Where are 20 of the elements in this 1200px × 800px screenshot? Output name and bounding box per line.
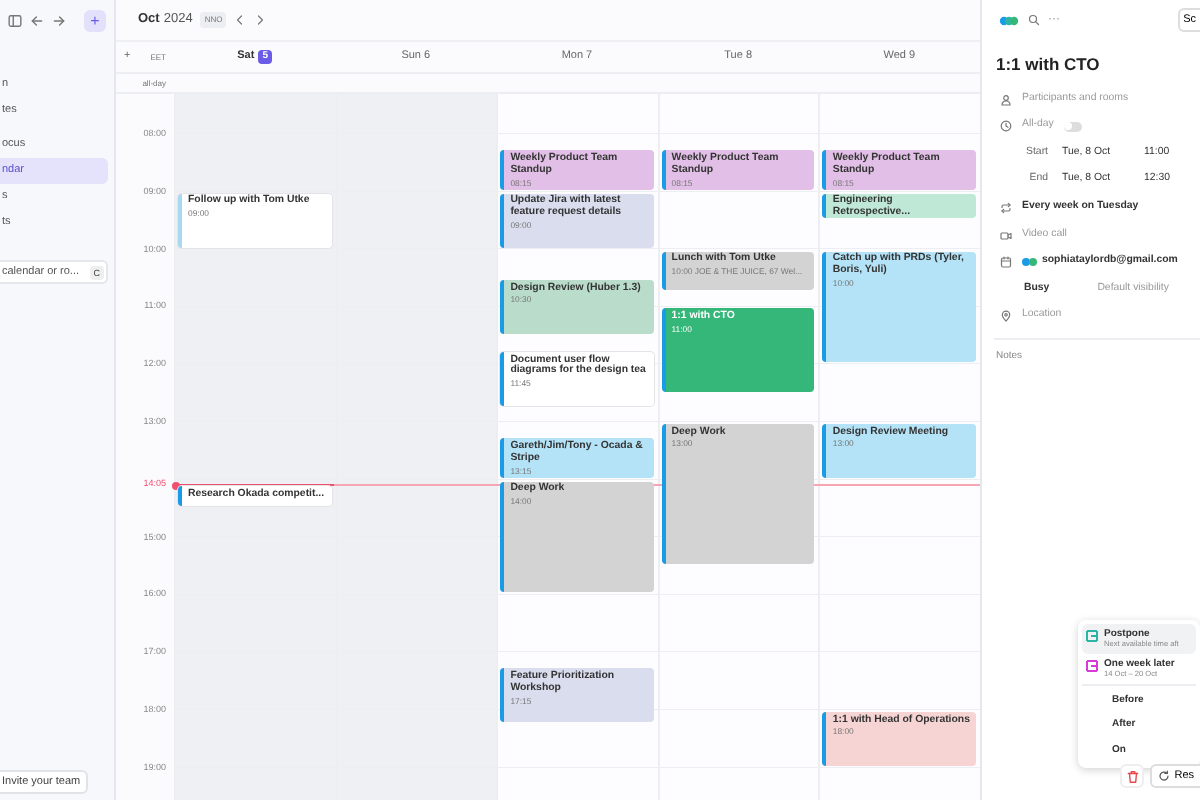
calendar-icon [1000, 256, 1012, 269]
trash-icon [1125, 769, 1140, 783]
back-arrow-icon[interactable] [30, 13, 44, 27]
person-icon [1000, 93, 1012, 106]
account-color-icon [1022, 258, 1038, 267]
sync-status-icon[interactable] [998, 15, 1020, 25]
toggle-switch[interactable] [1063, 121, 1082, 132]
next-chevron-icon[interactable] [254, 14, 267, 26]
sidebar-toggle-icon[interactable] [8, 13, 22, 27]
location-pin-icon [1000, 310, 1012, 323]
event-title-heading: 1:1 with CTO [994, 52, 1102, 78]
refresh-icon [1158, 770, 1171, 782]
previous-chevron-icon[interactable] [234, 14, 247, 26]
repeat-icon [1000, 201, 1012, 214]
add-button[interactable]: + [84, 9, 106, 31]
search-icon[interactable] [1028, 14, 1040, 26]
clock-icon [1000, 120, 1012, 133]
delete-button[interactable] [1120, 764, 1145, 788]
video-camera-icon [1000, 229, 1012, 242]
forward-arrow-icon[interactable] [52, 13, 66, 27]
